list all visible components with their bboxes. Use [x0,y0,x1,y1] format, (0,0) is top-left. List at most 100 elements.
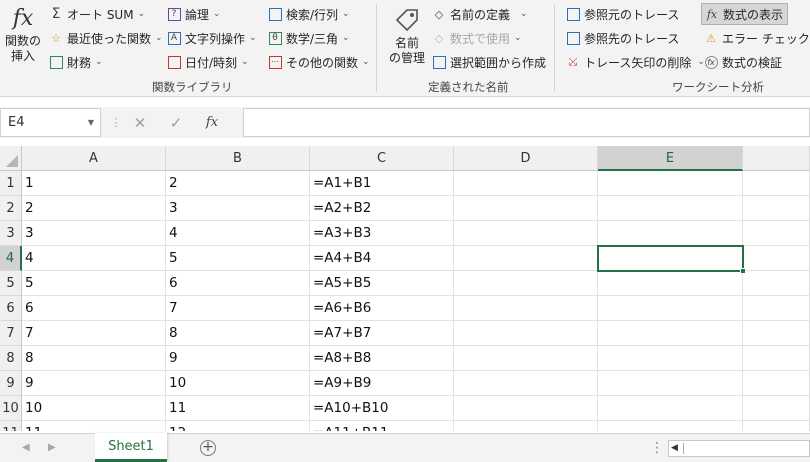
cancel-icon[interactable]: ✕ [122,114,158,132]
cell-e11[interactable] [598,421,743,431]
cell-b4[interactable]: 5 [166,246,310,271]
cell-filler[interactable] [743,371,810,396]
name-box[interactable]: E4 ▼ [0,108,101,137]
scrollbar-thumb[interactable] [683,443,809,454]
cell-c11[interactable]: =A11+B11 [310,421,454,431]
cell-a8[interactable]: 8 [22,346,166,371]
remove-arrows-button[interactable]: ⤩ トレース矢印の削除 ⌄ [565,52,705,72]
text-functions-button[interactable]: A 文字列操作 ⌄ [166,28,257,48]
cell-e3[interactable] [598,221,743,246]
cell-a4[interactable]: 4 [22,246,166,271]
cell-a7[interactable]: 7 [22,321,166,346]
name-manager-button[interactable]: 名前 の管理 [386,4,428,66]
cell-filler[interactable] [743,246,810,271]
cell-b9[interactable]: 10 [166,371,310,396]
cell-d9[interactable] [454,371,598,396]
cell-d4[interactable] [454,246,598,271]
cell-b8[interactable]: 9 [166,346,310,371]
create-from-selection-button[interactable]: 選択範囲から作成 [431,52,546,72]
sheet-tab-sheet1[interactable]: Sheet1 [95,433,167,462]
cell-c6[interactable]: =A6+B6 [310,296,454,321]
cell-filler[interactable] [743,221,810,246]
column-header-d[interactable]: D [454,146,598,171]
tab-split-handle-icon[interactable]: ⋮ [650,440,664,456]
trace-precedents-button[interactable]: 参照元のトレース [565,4,679,24]
cell-c1[interactable]: =A1+B1 [310,171,454,196]
trace-dependents-button[interactable]: 参照先のトレース [565,28,679,48]
cell-a1[interactable]: 1 [22,171,166,196]
cell-filler[interactable] [743,346,810,371]
more-functions-button[interactable]: ⋯ その他の関数 ⌄ [267,52,370,72]
row-header-5[interactable]: 5 [0,271,22,296]
show-formulas-button[interactable]: fx 数式の表示 [701,3,789,25]
row-header-10[interactable]: 10 [0,396,22,421]
cell-c3[interactable]: =A3+B3 [310,221,454,246]
cell-filler[interactable] [743,271,810,296]
cell-filler[interactable] [743,421,810,431]
cell-e10[interactable] [598,396,743,421]
cell-c5[interactable]: =A5+B5 [310,271,454,296]
cell-c10[interactable]: =A10+B10 [310,396,454,421]
cell-b7[interactable]: 8 [166,321,310,346]
cell-d8[interactable] [454,346,598,371]
cell-d3[interactable] [454,221,598,246]
cell-d6[interactable] [454,296,598,321]
select-all-corner[interactable] [0,146,22,171]
scroll-left-icon[interactable]: ◀ [671,443,678,453]
cell-d1[interactable] [454,171,598,196]
cell-c2[interactable]: =A2+B2 [310,196,454,221]
row-header-11[interactable]: 11 [0,421,22,431]
row-header-2[interactable]: 2 [0,196,22,221]
column-header-a[interactable]: A [22,146,166,171]
insert-function-button[interactable]: fx 関数の 挿入 [3,4,43,64]
cell-d11[interactable] [454,421,598,431]
column-header-e[interactable]: E [598,146,743,171]
cell-c7[interactable]: =A7+B7 [310,321,454,346]
logical-button[interactable]: ? 論理 ⌄ [166,4,221,24]
cell-d10[interactable] [454,396,598,421]
column-header-b[interactable]: B [166,146,310,171]
recent-functions-button[interactable]: ☆ 最近使った関数 ⌄ [48,28,163,48]
horizontal-scrollbar[interactable]: ◀ [668,440,810,457]
cell-e9[interactable] [598,371,743,396]
row-header-4[interactable]: 4 [0,246,22,271]
cell-d5[interactable] [454,271,598,296]
cell-a10[interactable]: 10 [22,396,166,421]
cell-c9[interactable]: =A9+B9 [310,371,454,396]
cell-e7[interactable] [598,321,743,346]
row-header-1[interactable]: 1 [0,171,22,196]
prev-sheet-icon[interactable]: ◀ [22,442,30,453]
active-cell-selection[interactable] [597,245,746,274]
cell-e5[interactable] [598,271,743,296]
cell-b11[interactable]: 12 [166,421,310,431]
row-header-7[interactable]: 7 [0,321,22,346]
cell-filler[interactable] [743,296,810,321]
insert-function-fx-icon[interactable]: fx [194,115,230,130]
cell-c8[interactable]: =A8+B8 [310,346,454,371]
cell-d2[interactable] [454,196,598,221]
cell-e8[interactable] [598,346,743,371]
autosum-button[interactable]: Σ オート SUM ⌄ [48,4,146,24]
row-header-3[interactable]: 3 [0,221,22,246]
cell-filler[interactable] [743,321,810,346]
cell-a6[interactable]: 6 [22,296,166,321]
error-checking-button[interactable]: ⚠ エラー チェック ⌄ [703,28,810,48]
cell-a3[interactable]: 3 [22,221,166,246]
add-sheet-icon[interactable]: + [200,440,216,456]
financial-button[interactable]: 財務 ⌄ [48,52,103,72]
formula-input[interactable] [243,108,810,137]
cell-d7[interactable] [454,321,598,346]
cell-a11[interactable]: 11 [22,421,166,431]
cell-e1[interactable] [598,171,743,196]
cell-b3[interactable]: 4 [166,221,310,246]
row-header-8[interactable]: 8 [0,346,22,371]
datetime-button[interactable]: 日付/時刻 ⌄ [166,52,249,72]
cell-a9[interactable]: 9 [22,371,166,396]
cell-e6[interactable] [598,296,743,321]
lookup-button[interactable]: 検索/行列 ⌄ [267,4,350,24]
cell-b6[interactable]: 7 [166,296,310,321]
enter-icon[interactable]: ✓ [158,114,194,132]
cell-filler[interactable] [743,196,810,221]
cell-a5[interactable]: 5 [22,271,166,296]
cell-b2[interactable]: 3 [166,196,310,221]
